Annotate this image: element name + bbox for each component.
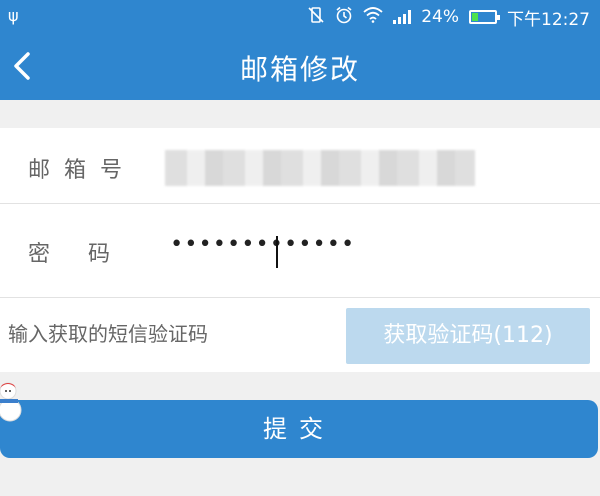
email-field[interactable] <box>165 150 475 186</box>
app-header: ψ 24% 下午12:27 邮箱修改 <box>0 0 600 100</box>
vibrate-off-icon <box>307 6 325 29</box>
verification-code-input[interactable]: 输入获取的短信验证码 <box>8 318 208 347</box>
page-title: 邮箱修改 <box>239 53 360 86</box>
signal-icon <box>393 10 412 24</box>
verification-row: 输入获取的短信验证码 获取验证码(112) <box>0 298 600 372</box>
get-code-button[interactable]: 获取验证码(112) <box>346 308 590 364</box>
status-icons: 24% 下午12:27 <box>307 5 590 30</box>
status-bar: ψ 24% 下午12:27 <box>0 0 600 34</box>
email-row: 邮箱号 <box>0 128 600 204</box>
usb-icon: ψ <box>8 6 19 25</box>
email-label: 邮箱号 <box>28 158 137 183</box>
battery-percent: 24% <box>421 7 459 27</box>
alarm-icon <box>335 6 353 29</box>
text-cursor <box>276 236 278 268</box>
submit-button[interactable]: 提交 <box>0 400 598 458</box>
password-row: 密码 ••••••••••••• <box>0 204 600 298</box>
snowman-icon <box>0 382 22 424</box>
password-label: 密码 <box>28 242 149 267</box>
email-change-form: 邮箱号 密码 ••••••••••••• 输入获取的短信验证码 获取验证码(11… <box>0 128 600 372</box>
status-time: 下午12:27 <box>507 9 590 30</box>
password-field[interactable]: ••••••••••••• <box>170 232 355 257</box>
battery-icon <box>469 10 500 24</box>
wifi-icon <box>363 6 383 28</box>
